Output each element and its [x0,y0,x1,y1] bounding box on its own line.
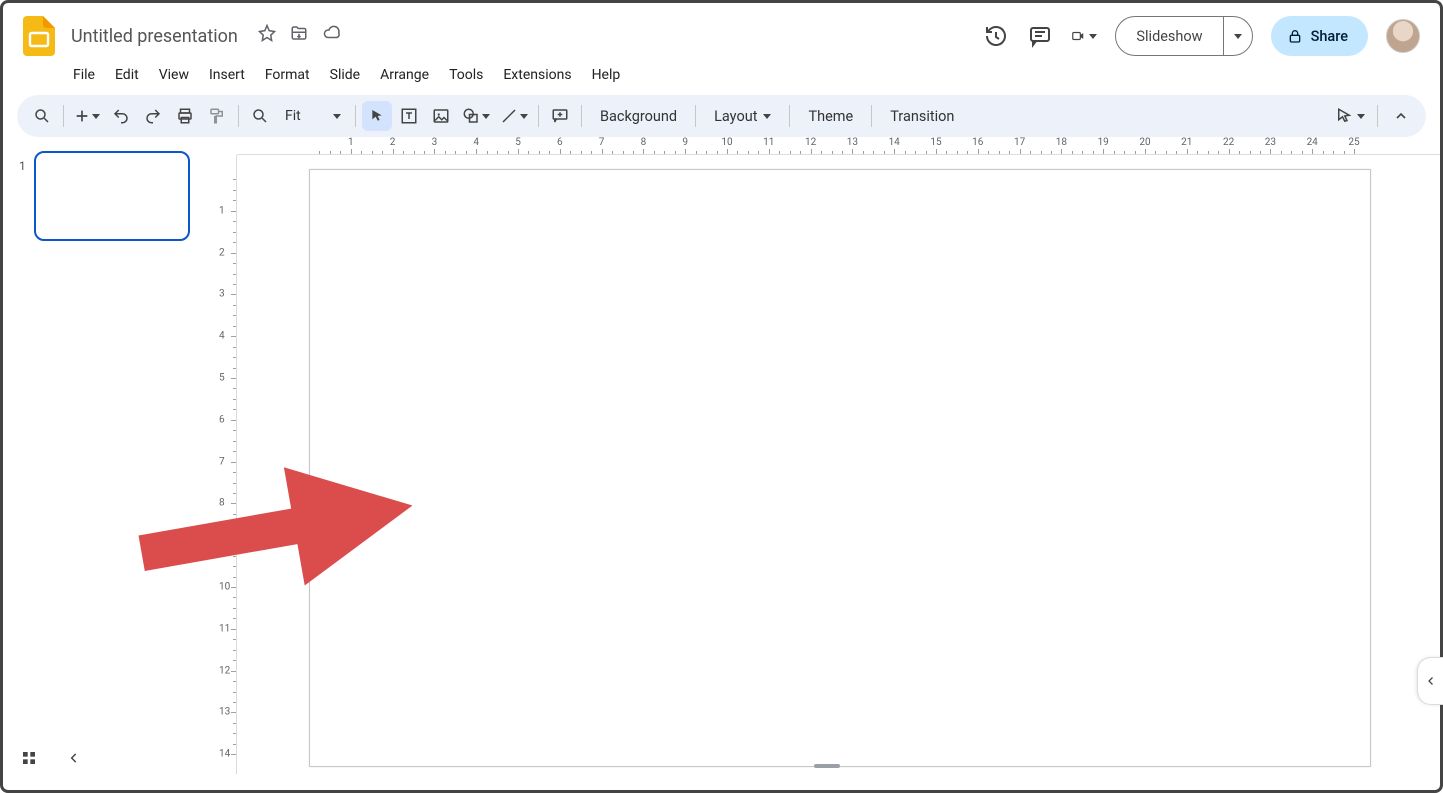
canvas-area: 1234567891011121314151617181920212223242… [213,137,1440,774]
menu-extensions[interactable]: Extensions [495,63,579,87]
zoom-value: Fit [285,108,301,124]
slides-app-icon[interactable] [19,16,59,56]
transition-button[interactable]: Transition [878,101,966,131]
chevron-down-icon [1089,34,1097,39]
pointer-mode-button[interactable] [1331,101,1369,131]
slideshow-button-group: Slideshow [1115,16,1252,56]
collapse-toolbar-button[interactable] [1386,101,1416,131]
theme-button[interactable]: Theme [796,101,865,131]
comments-icon[interactable] [1027,23,1053,49]
toolbar: Fit Background Layout Theme Transition [17,95,1426,137]
speaker-notes-handle[interactable] [814,764,840,768]
print-button[interactable] [170,101,200,131]
slide-thumbnail-row[interactable]: 1 [19,151,203,241]
chevron-down-icon [333,114,341,119]
image-tool-button[interactable] [426,101,456,131]
horizontal-ruler: 1234567891011121314151617181920212223242… [237,137,1440,155]
textbox-tool-button[interactable] [394,101,424,131]
slideshow-button[interactable]: Slideshow [1116,17,1222,55]
chevron-down-icon [1357,114,1365,119]
search-menu-button[interactable] [27,101,57,131]
menu-bar: File Edit View Insert Format Slide Arran… [3,63,1440,93]
menu-tools[interactable]: Tools [441,63,491,87]
lock-icon [1287,27,1303,45]
menu-view[interactable]: View [151,63,197,87]
star-icon[interactable] [258,24,276,42]
share-label: Share [1311,28,1348,45]
history-icon[interactable] [983,23,1009,49]
move-icon[interactable] [290,24,308,42]
menu-format[interactable]: Format [257,63,318,87]
new-slide-button[interactable] [70,101,104,131]
side-panel-toggle[interactable] [1417,657,1443,705]
select-tool-button[interactable] [362,101,392,131]
vertical-ruler: 1234567891011121314 [213,155,237,774]
grid-view-icon[interactable] [21,750,37,766]
chevron-down-icon [482,114,490,119]
slideshow-options-button[interactable] [1223,17,1252,55]
redo-button[interactable] [138,101,168,131]
menu-arrange[interactable]: Arrange [372,63,437,87]
zoom-button[interactable] [245,101,275,131]
menu-edit[interactable]: Edit [107,63,147,87]
paint-format-button[interactable] [202,101,232,131]
slide-number: 1 [19,151,26,173]
slide-canvas[interactable] [309,169,1371,767]
line-tool-button[interactable] [496,101,532,131]
chevron-down-icon [763,114,771,119]
slide-thumbnail[interactable] [34,151,190,241]
comment-tool-button[interactable] [545,101,575,131]
account-avatar[interactable] [1386,19,1420,53]
undo-button[interactable] [106,101,136,131]
menu-file[interactable]: File [65,63,103,87]
menu-help[interactable]: Help [584,63,629,87]
document-title[interactable]: Untitled presentation [67,24,242,49]
shape-tool-button[interactable] [458,101,494,131]
chevron-down-icon [1234,34,1242,39]
share-button[interactable]: Share [1271,16,1368,56]
menu-insert[interactable]: Insert [201,63,253,87]
layout-label: Layout [714,108,757,125]
meet-icon[interactable] [1071,23,1097,49]
collapse-filmstrip-icon[interactable] [67,751,81,765]
zoom-select[interactable]: Fit [277,108,349,124]
menu-slide[interactable]: Slide [322,63,368,87]
filmstrip: 1 [3,137,213,774]
layout-button[interactable]: Layout [702,101,783,131]
cloud-status-icon[interactable] [322,24,340,42]
chevron-down-icon [520,114,528,119]
background-button[interactable]: Background [588,101,689,131]
chevron-down-icon [92,114,100,119]
